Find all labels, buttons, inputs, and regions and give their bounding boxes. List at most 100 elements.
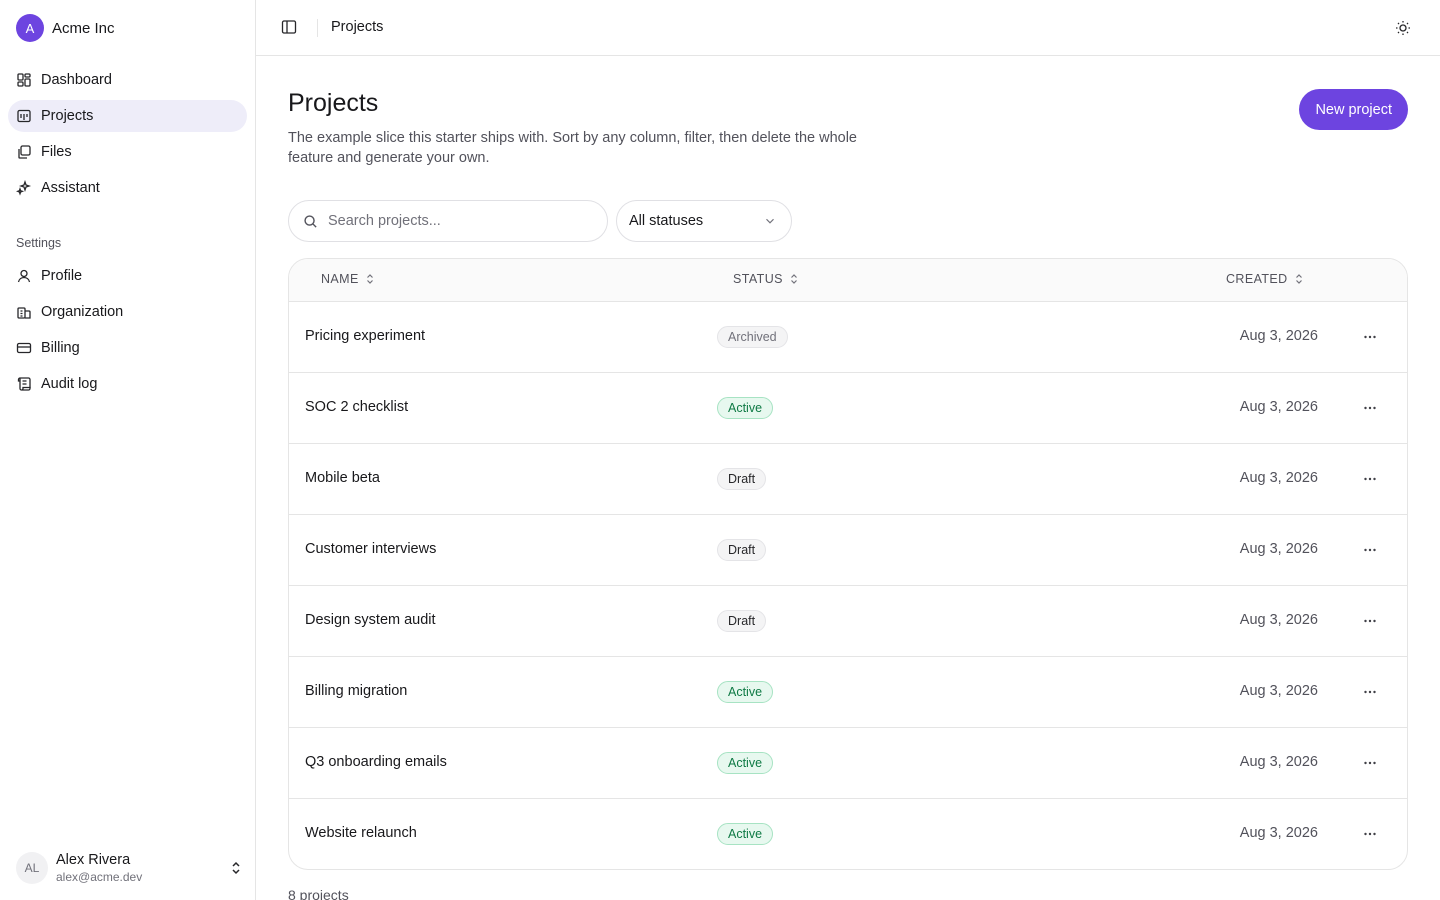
- sidebar-item-label: Projects: [41, 108, 94, 124]
- sidebar-item-dashboard[interactable]: Dashboard: [8, 64, 247, 96]
- sidebar-item-projects[interactable]: Projects: [8, 100, 247, 132]
- table-row[interactable]: Mobile beta Draft Aug 3, 2026: [289, 444, 1407, 515]
- project-name[interactable]: Design system audit: [305, 612, 436, 628]
- sidebar-item-profile[interactable]: Profile: [8, 260, 247, 292]
- sun-icon: [1396, 21, 1410, 35]
- avatar: AL: [16, 852, 48, 884]
- table-row[interactable]: Pricing experiment Archived Aug 3, 2026: [289, 302, 1407, 373]
- status-badge: Draft: [717, 610, 767, 632]
- row-actions-button[interactable]: [1359, 611, 1381, 631]
- sidebar-item-billing[interactable]: Billing: [8, 332, 247, 364]
- table-row[interactable]: Customer interviews Draft Aug 3, 2026: [289, 515, 1407, 586]
- top-bar: Projects: [256, 0, 1440, 56]
- files-icon: [18, 145, 31, 159]
- sidebar-item-assistant[interactable]: Assistant: [8, 172, 247, 204]
- sidebar-item-organization[interactable]: Organization: [8, 296, 247, 328]
- building-icon: [17, 307, 31, 319]
- project-name[interactable]: Mobile beta: [305, 470, 380, 486]
- sort-icon: [366, 274, 373, 284]
- status-badge: Active: [717, 681, 774, 703]
- project-name[interactable]: SOC 2 checklist: [305, 399, 408, 415]
- row-actions-button[interactable]: [1359, 753, 1381, 773]
- project-count: 8 projects: [288, 887, 349, 900]
- project-name[interactable]: Website relaunch: [305, 825, 417, 841]
- status-filter-select[interactable]: All statuses: [616, 200, 792, 242]
- column-header-status[interactable]: STATUS: [733, 272, 800, 286]
- column-label: STATUS: [733, 272, 783, 286]
- column-header-name[interactable]: NAME: [321, 272, 376, 286]
- user-icon: [17, 269, 31, 283]
- sidebar-item-label: Audit log: [41, 376, 98, 392]
- credit-card-icon: [16, 342, 32, 354]
- user-info: Alex Rivera alex@acme.dev: [56, 851, 228, 885]
- settings-section-label: Settings: [16, 236, 62, 250]
- projects-table: NAME STATUS CREATED Pricing experiment A…: [288, 258, 1408, 870]
- row-actions-button[interactable]: [1359, 682, 1381, 702]
- projects-icon: [17, 109, 31, 123]
- search-icon: [304, 214, 317, 228]
- status-badge: Active: [717, 823, 774, 845]
- main-content: Projects The example slice this starter …: [256, 57, 1440, 900]
- sort-icon: [1295, 274, 1302, 284]
- project-name[interactable]: Pricing experiment: [305, 328, 425, 344]
- status-badge: Draft: [717, 468, 767, 490]
- row-actions-button[interactable]: [1359, 540, 1381, 560]
- project-name[interactable]: Q3 onboarding emails: [305, 754, 447, 770]
- row-actions-button[interactable]: [1359, 398, 1381, 418]
- more-horizontal-icon: [1364, 619, 1376, 623]
- status-filter-value: All statuses: [629, 213, 704, 229]
- row-actions-button[interactable]: [1359, 824, 1381, 844]
- chevrons-up-down-icon: [232, 861, 240, 875]
- page-title: Projects: [288, 89, 379, 117]
- project-name[interactable]: Customer interviews: [305, 541, 436, 557]
- column-header-created[interactable]: CREATED: [1226, 272, 1305, 286]
- table-row[interactable]: Website relaunch Active Aug 3, 2026: [289, 799, 1407, 869]
- sidebar-item-label: Profile: [41, 268, 83, 284]
- sidebar-toggle-button[interactable]: [278, 16, 300, 38]
- org-avatar: A: [16, 14, 44, 42]
- chevron-down-icon: [766, 218, 774, 224]
- topbar-divider: [317, 19, 318, 37]
- page-description: The example slice this starter ships wit…: [288, 130, 857, 166]
- table-row[interactable]: SOC 2 checklist Active Aug 3, 2026: [289, 373, 1407, 444]
- row-actions-button[interactable]: [1359, 469, 1381, 489]
- more-horizontal-icon: [1364, 477, 1376, 481]
- settings-nav: Profile Organization Billing Audit log: [8, 260, 247, 404]
- table-row[interactable]: Q3 onboarding emails Active Aug 3, 2026: [289, 728, 1407, 799]
- sidebar-item-audit-log[interactable]: Audit log: [8, 368, 247, 400]
- column-label: CREATED: [1226, 272, 1288, 286]
- created-date: Aug 3, 2026: [1239, 470, 1318, 486]
- created-date: Aug 3, 2026: [1239, 825, 1318, 841]
- more-horizontal-icon: [1364, 335, 1376, 339]
- status-badge: Draft: [717, 539, 767, 561]
- created-date: Aug 3, 2026: [1239, 683, 1318, 699]
- more-horizontal-icon: [1364, 406, 1376, 410]
- main-nav: Dashboard Projects Files Assistant: [8, 64, 247, 208]
- search-input[interactable]: [328, 213, 588, 229]
- created-date: Aug 3, 2026: [1239, 399, 1318, 415]
- created-date: Aug 3, 2026: [1239, 541, 1318, 557]
- table-row[interactable]: Billing migration Active Aug 3, 2026: [289, 657, 1407, 728]
- sidebar-item-label: Organization: [41, 304, 124, 320]
- more-horizontal-icon: [1364, 690, 1376, 694]
- org-switcher[interactable]: A Acme Inc: [16, 14, 115, 42]
- sidebar-item-label: Billing: [41, 340, 80, 356]
- user-email: alex@acme.dev: [56, 870, 143, 884]
- theme-toggle-button[interactable]: [1394, 19, 1412, 37]
- project-name[interactable]: Billing migration: [305, 683, 407, 699]
- user-name: Alex Rivera: [56, 852, 131, 868]
- row-actions-button[interactable]: [1359, 327, 1381, 347]
- more-horizontal-icon: [1364, 548, 1376, 552]
- panel-left-icon: [281, 20, 297, 34]
- sidebar-item-label: Files: [41, 144, 72, 160]
- dashboard-icon: [17, 73, 31, 87]
- table-row[interactable]: Design system audit Draft Aug 3, 2026: [289, 586, 1407, 657]
- sidebar-item-label: Assistant: [41, 180, 100, 196]
- more-horizontal-icon: [1364, 832, 1376, 836]
- new-project-button[interactable]: New project: [1299, 89, 1408, 130]
- table-header: NAME STATUS CREATED: [289, 259, 1407, 302]
- user-menu[interactable]: AL Alex Rivera alex@acme.dev: [16, 850, 244, 886]
- sidebar-item-files[interactable]: Files: [8, 136, 247, 168]
- created-date: Aug 3, 2026: [1239, 328, 1318, 344]
- sort-icon: [790, 274, 797, 284]
